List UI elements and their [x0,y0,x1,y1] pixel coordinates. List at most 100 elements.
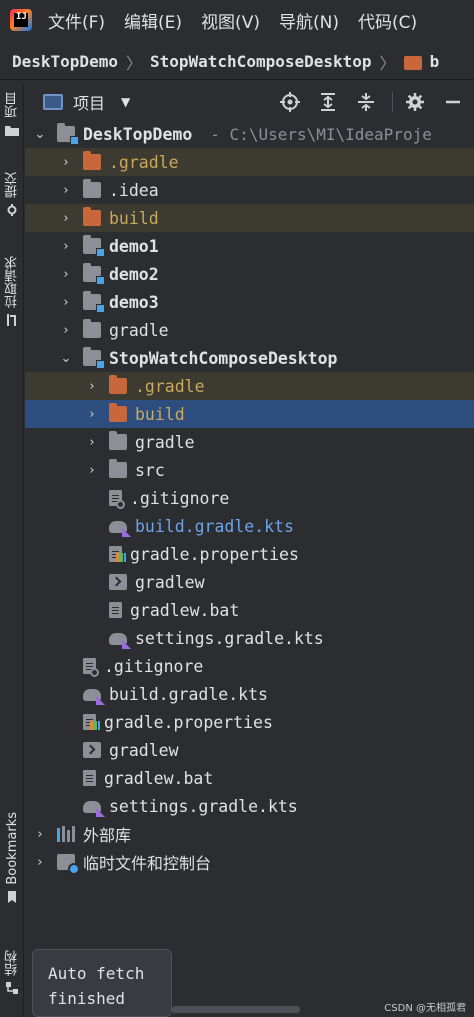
menu-edit[interactable]: 编辑(E) [124,8,182,33]
chevron-right-icon[interactable]: › [33,827,47,842]
tree-row-label: settings.gradle.kts [135,628,324,648]
tree-row[interactable]: › src [25,456,474,484]
gradle-kotlin-file-icon [83,689,105,705]
menu-navigate[interactable]: 导航(N) [279,8,339,33]
tree-row-label: .idea [109,180,159,200]
module-folder-icon [83,291,105,313]
properties-file-icon [83,714,100,730]
tree-row[interactable]: › build [25,204,474,232]
chevron-right-icon[interactable]: › [59,155,73,170]
text-file-icon [83,770,96,786]
chevron-right-icon[interactable]: › [59,323,73,338]
tool-window-bookmarks[interactable]: Bookmarks [0,812,24,903]
folder-icon [5,126,19,136]
tree-row-label: gradlew [135,572,205,592]
tree-row[interactable]: build.gradle.kts [25,512,474,540]
tree-row-label: StopWatchComposeDesktop [109,348,338,368]
chevron-right-icon[interactable]: › [33,855,47,870]
menu-view[interactable]: 视图(V) [201,8,260,33]
tree-row[interactable]: settings.gradle.kts [25,792,474,820]
chevron-right-icon[interactable]: › [85,379,99,394]
chevron-right-icon[interactable]: › [85,407,99,422]
notification-line-2: finished [48,989,126,1008]
tree-row[interactable]: gradle.properties [25,540,474,568]
chevron-right-icon[interactable]: › [59,267,73,282]
tree-row[interactable]: gradlew [25,736,474,764]
tree-root-label: DeskTopDemo [83,124,193,144]
module-folder-icon [83,235,105,257]
tree-row[interactable]: › demo2 [25,260,474,288]
folder-icon [109,459,127,478]
chevron-down-icon[interactable]: ⌄ [59,351,73,366]
gitignore-file-icon [109,490,125,509]
chevron-right-icon[interactable]: › [59,295,73,310]
tree-row-label: .gradle [135,376,205,396]
tree-row-label: .gitignore [130,488,230,508]
left-tool-strip: 项目 提交 拉取请求 Bookmarks 结构 [0,84,24,1017]
tree-row[interactable]: › gradle [25,428,474,456]
tree-row-label: gradle [109,320,169,340]
structure-icon [6,982,18,994]
breadcrumb-item-module[interactable]: StopWatchComposeDesktop [150,52,372,71]
tree-row-label: build.gradle.kts [109,684,268,704]
locate-icon[interactable] [279,91,301,113]
tree-row[interactable]: ⌄ StopWatchComposeDesktop [25,344,474,372]
notification-toast[interactable]: Auto fetch finished [32,949,172,1017]
tree-row-label: .gitignore [104,656,204,676]
chevron-right-icon[interactable]: › [59,239,73,254]
tree-row-label: gradle.properties [104,712,273,732]
tree-row[interactable]: › gradle [25,316,474,344]
shell-script-icon [109,574,127,590]
settings-icon[interactable] [404,91,426,113]
tool-window-commit[interactable]: 提交 [0,172,24,216]
expand-all-icon[interactable] [317,91,339,113]
project-panel-title[interactable]: 项目 [73,90,105,114]
chevron-right-icon[interactable]: › [59,211,73,226]
tree-row[interactable]: › demo3 [25,288,474,316]
tree-row[interactable]: › .gradle [25,148,474,176]
chevron-down-icon[interactable]: ▼ [121,95,130,109]
chevron-right-icon[interactable]: › [85,435,99,450]
tree-row[interactable]: › .idea [25,176,474,204]
tool-window-project[interactable]: 项目 [0,92,24,136]
tool-window-pull-requests[interactable]: 拉取请求 [0,256,24,326]
chevron-right-icon[interactable]: › [59,183,73,198]
tree-row[interactable]: gradle.properties [25,708,474,736]
gitignore-file-icon [83,658,99,677]
tree-row[interactable]: build.gradle.kts [25,680,474,708]
horizontal-scrollbar[interactable] [172,1006,300,1013]
chevron-right-icon[interactable]: › [85,463,99,478]
tree-row[interactable]: › 外部库 [25,820,474,848]
menu-bar: IJ 文件(F) 编辑(E) 视图(V) 导航(N) 代码(C) [0,0,474,40]
tree-row-label: build.gradle.kts [135,516,294,536]
tree-row[interactable]: › build [25,400,474,428]
tree-root[interactable]: ⌄ DeskTopDemo - C:\Users\MI\IdeaProje [25,120,474,148]
breadcrumb-item-project[interactable]: DeskTopDemo [12,52,118,71]
tree-row[interactable]: .gitignore [25,652,474,680]
tree-row[interactable]: gradlew [25,568,474,596]
module-folder-icon [57,123,79,145]
tree-row[interactable]: gradlew.bat [25,596,474,624]
folder-icon [83,179,101,198]
tree-row[interactable]: › .gradle [25,372,474,400]
hide-icon[interactable] [442,91,464,113]
tool-window-bookmarks-label: Bookmarks [4,812,20,885]
tree-row[interactable]: gradlew.bat [25,764,474,792]
project-tree: ⌄ DeskTopDemo - C:\Users\MI\IdeaProje ›.… [25,120,474,990]
tree-row[interactable]: › 临时文件和控制台 [25,848,474,876]
tool-window-structure[interactable]: 结构 [0,950,24,994]
tool-window-project-label: 项目 [4,92,20,118]
chevron-down-icon[interactable]: ⌄ [33,127,47,142]
watermark: CSDN @无相孤君 [384,1003,466,1014]
breadcrumb-item-folder[interactable]: b [430,52,440,71]
collapse-all-icon[interactable] [355,91,377,113]
menu-file[interactable]: 文件(F) [48,8,105,33]
menu-code[interactable]: 代码(C) [358,8,417,33]
tree-row-label: src [135,460,165,480]
tree-row[interactable]: settings.gradle.kts [25,624,474,652]
intellij-logo-icon[interactable]: IJ [10,9,32,31]
module-folder-icon [83,263,105,285]
tree-row[interactable]: › demo1 [25,232,474,260]
tree-row[interactable]: .gitignore [25,484,474,512]
tree-row-label: build [135,404,185,424]
